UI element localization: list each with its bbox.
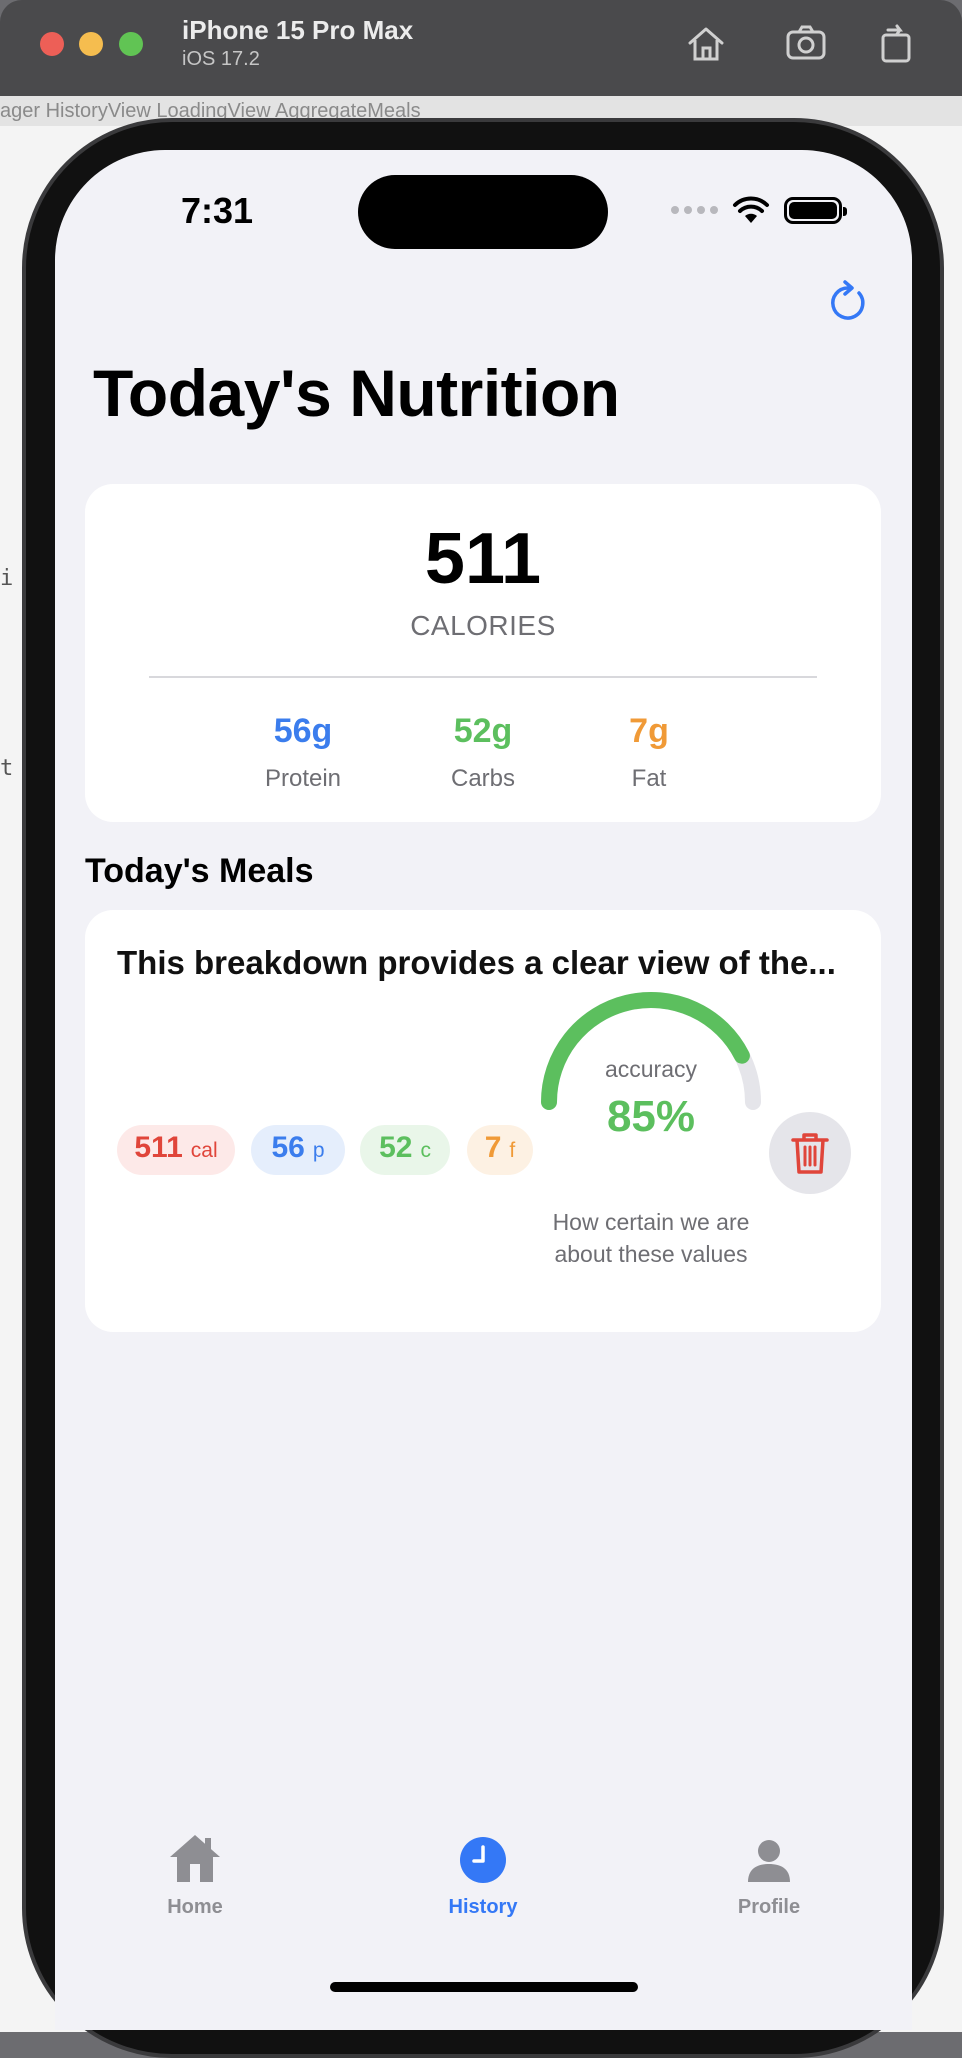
macro-label: Fat — [631, 765, 667, 792]
cellular-dots-icon — [671, 206, 718, 214]
accuracy-label: accuracy — [604, 1056, 698, 1082]
gauge-fill — [541, 992, 750, 1110]
macro-value: 7g — [629, 712, 669, 750]
page-title: Today's Nutrition — [93, 356, 620, 430]
macro-label: Protein — [264, 765, 342, 792]
device-name: iPhone 15 Pro Max — [182, 15, 414, 45]
macro-label: Carbs — [450, 765, 516, 792]
tab-label: Profile — [737, 1896, 801, 1918]
carbs-chip: 52 c — [360, 1125, 450, 1175]
phone-screen: 7:31 Today's Nutrition 511 CALORIES 56g … — [55, 150, 912, 2030]
home-button[interactable] — [680, 18, 732, 68]
house-icon — [170, 1835, 220, 1882]
gauge-track — [541, 992, 761, 1110]
macro-protein: 56g Protein — [233, 712, 373, 793]
accuracy-caption: How certain we are about these values — [552, 1209, 750, 1267]
clock-icon — [460, 1837, 506, 1883]
home-indicator — [330, 1982, 638, 1992]
summary-divider — [149, 676, 817, 678]
chip-unit: cal — [190, 1139, 218, 1162]
trash-icon — [791, 1133, 829, 1174]
chip-unit: f — [509, 1139, 516, 1162]
calories-label: CALORIES — [410, 610, 556, 641]
status-time: 7:31 — [181, 190, 254, 231]
protein-chip: 56 p — [251, 1125, 345, 1175]
calorie-chip: 511 cal — [117, 1125, 235, 1175]
chip-unit: c — [420, 1139, 431, 1162]
meal-card[interactable]: This breakdown provides a clear view of … — [85, 910, 881, 1332]
camera-icon — [786, 25, 826, 60]
home-icon — [688, 27, 724, 61]
macro-value: 56g — [273, 712, 333, 750]
macro-carbs: 52g Carbs — [413, 712, 553, 793]
person-icon — [748, 1840, 790, 1882]
minimize-window-button[interactable] — [79, 32, 103, 56]
battery-icon — [784, 196, 847, 224]
calories-value: 511 — [424, 519, 542, 599]
status-icons — [671, 195, 847, 225]
chip-value: 56 — [271, 1131, 305, 1164]
rotate-icon — [881, 24, 911, 63]
tab-label: History — [448, 1896, 518, 1918]
macro-value: 52g — [453, 712, 513, 750]
nutrition-summary-card: 511 CALORIES 56g Protein 52g Carbs 7g Fa… — [85, 484, 881, 822]
close-window-button[interactable] — [40, 32, 64, 56]
chip-value: 511 — [134, 1131, 183, 1164]
dynamic-island — [358, 175, 608, 249]
refresh-icon[interactable] — [825, 280, 871, 326]
screenshot-button[interactable] — [780, 18, 832, 68]
chip-unit: p — [312, 1139, 325, 1162]
os-version: iOS 17.2 — [182, 48, 260, 70]
tab-home[interactable]: Home — [95, 1830, 295, 1919]
simulator-title-bar: iPhone 15 Pro Max iOS 17.2 — [0, 0, 962, 96]
fat-chip: 7 f — [467, 1125, 533, 1175]
delete-meal-button[interactable] — [769, 1112, 851, 1194]
zoom-window-button[interactable] — [119, 32, 143, 56]
tab-bar: Home History Profile — [55, 1830, 912, 1950]
rotate-button[interactable] — [870, 18, 922, 68]
chip-value: 7 — [484, 1131, 502, 1164]
chip-value: 52 — [379, 1131, 413, 1164]
tab-label: Home — [167, 1896, 223, 1918]
macro-fat: 7g Fat — [579, 712, 719, 793]
tab-history[interactable]: History — [383, 1830, 583, 1919]
meals-section-title: Today's Meals — [85, 852, 314, 890]
tab-profile[interactable]: Profile — [669, 1830, 869, 1919]
meal-title: This breakdown provides a clear view of … — [117, 944, 836, 981]
accuracy-value: 85% — [606, 1092, 696, 1141]
wifi-icon — [733, 196, 769, 223]
